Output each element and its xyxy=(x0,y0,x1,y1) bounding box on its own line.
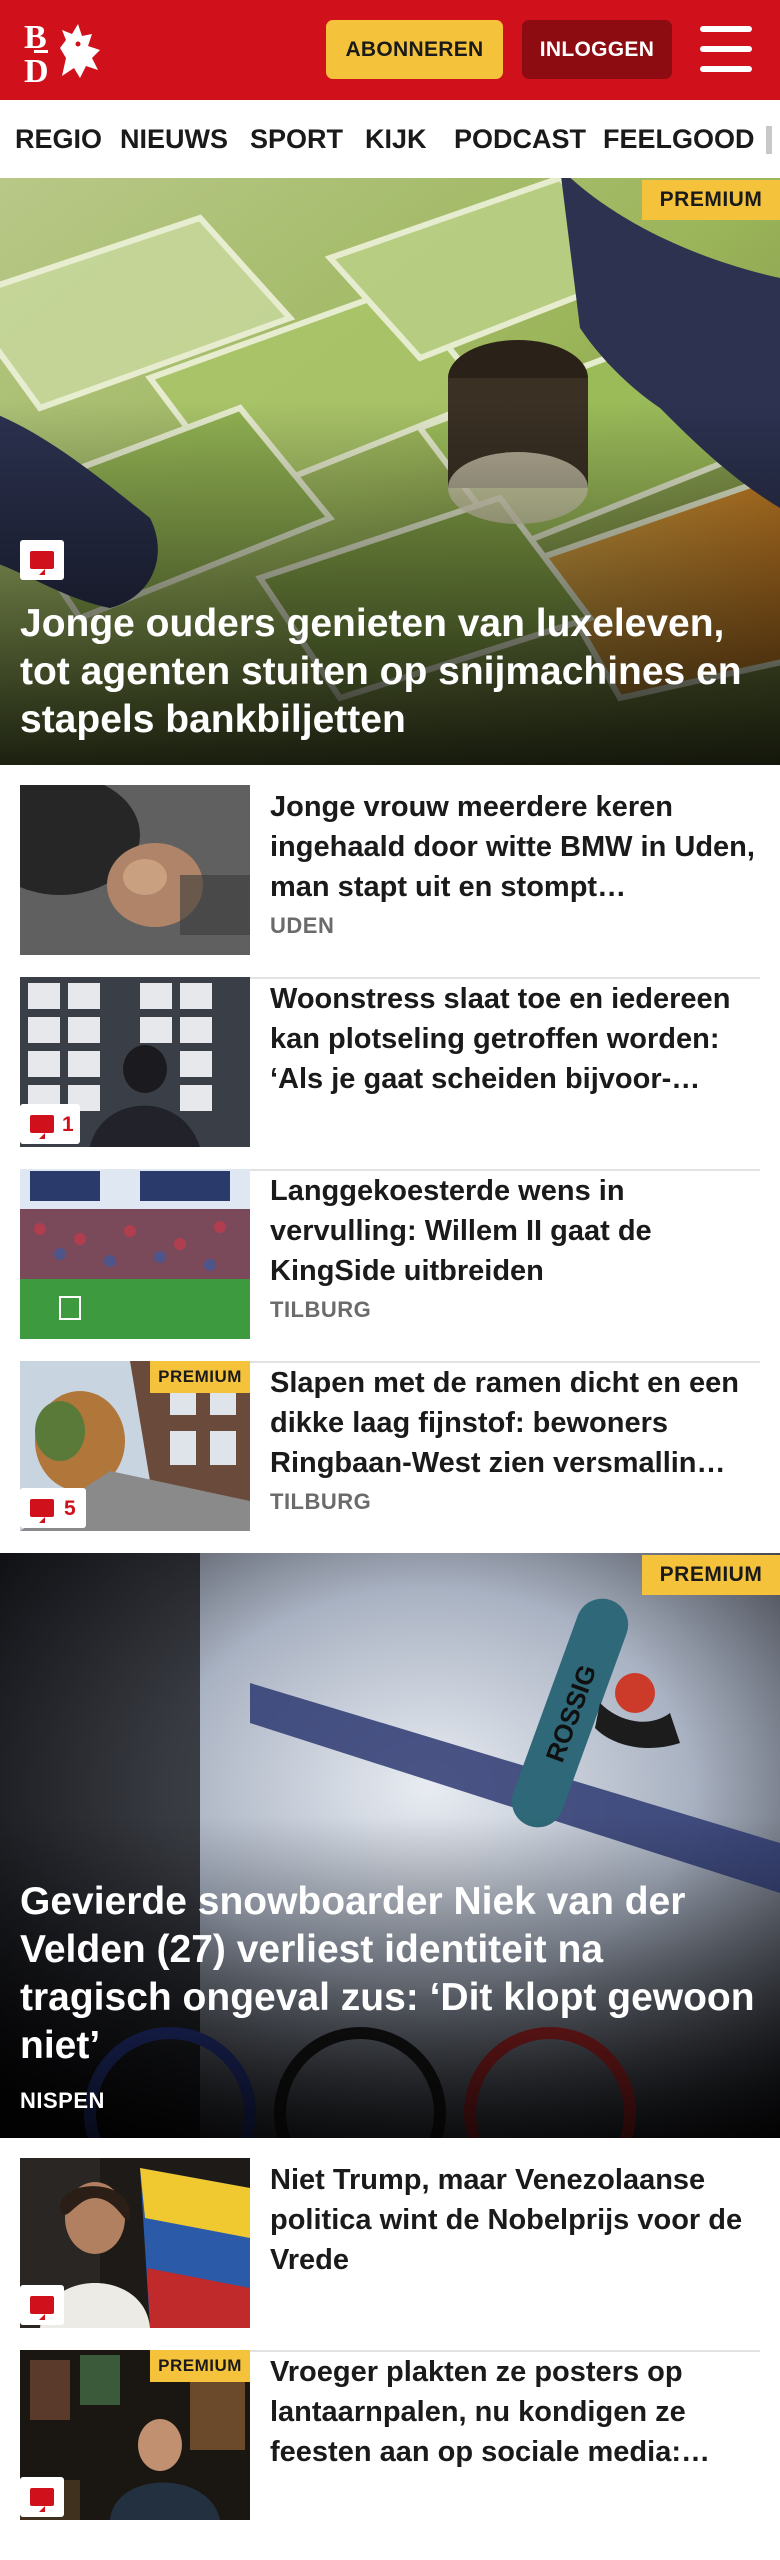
article-location: TILBURG xyxy=(270,1297,372,1322)
list-item[interactable]: Niet Trump, maar Venezolaanse politica w… xyxy=(20,2158,760,2352)
hero-article-2[interactable]: ROSSIG PREMIUM Gevierde snowboarder Niek… xyxy=(0,1553,780,2138)
nav-item-feelgood[interactable]: FEELGOOD xyxy=(603,124,755,155)
article-location: TILBURG xyxy=(270,1489,372,1514)
premium-badge: PREMIUM xyxy=(642,1555,780,1595)
article-headline[interactable]: Woonstress slaat toe en iedereen kan plo… xyxy=(270,979,760,1099)
hero-location: NISPEN xyxy=(20,2088,105,2113)
article-headline[interactable]: Jonge vrouw meerdere keren ingehaald doo… xyxy=(270,787,760,907)
section-nav: REGIO NIEUWS SPORT KIJK PODCAST FEELGOOD xyxy=(0,100,780,179)
comment-icon xyxy=(30,2296,54,2320)
comment-icon xyxy=(30,1499,54,1523)
comment-icon xyxy=(30,1115,54,1139)
comment-icon xyxy=(30,551,54,575)
hero-headline[interactable]: Jonge ouders genieten van luxeleven, tot… xyxy=(20,600,760,744)
premium-badge: PREMIUM xyxy=(150,1361,250,1393)
subscribe-button[interactable]: ABONNEREN xyxy=(326,20,503,79)
nav-item-sport[interactable]: SPORT xyxy=(250,124,343,155)
premium-badge: PREMIUM xyxy=(642,180,780,220)
comment-badge xyxy=(20,2477,64,2517)
article-headline[interactable]: Niet Trump, maar Venezolaanse politica w… xyxy=(270,2160,760,2280)
nav-item-nieuws[interactable]: NIEUWS xyxy=(120,124,228,155)
site-header: B D ABONNEREN INLOGGEN xyxy=(0,0,780,100)
article-headline[interactable]: Vroeger plakten ze posters op lantaarnpa… xyxy=(270,2352,760,2472)
hero-headline[interactable]: Gevierde snowboarder Niek van der Velden… xyxy=(20,1878,760,2070)
article-headline[interactable]: Langgekoesterde wens in vervulling: Will… xyxy=(270,1171,760,1291)
comment-badge xyxy=(20,540,64,580)
list-item[interactable]: Jonge vrouw meerdere keren ingehaald doo… xyxy=(20,785,760,979)
premium-badge: PREMIUM xyxy=(150,2350,250,2382)
list-item[interactable]: PREMIUM 5 Slapen met de ramen dicht en e… xyxy=(20,1361,760,1555)
svg-text:D: D xyxy=(24,53,49,86)
bd-logo[interactable]: B D xyxy=(22,14,122,90)
nav-item-regio[interactable]: REGIO xyxy=(15,124,102,155)
nav-scroll-hint xyxy=(766,126,772,154)
list-item[interactable]: PREMIUM Vroeger plakten ze posters op la… xyxy=(20,2350,760,2520)
comment-count: 5 xyxy=(64,1497,76,1520)
list-item[interactable]: 1 Woonstress slaat toe en iedereen kan p… xyxy=(20,977,760,1171)
hamburger-menu-icon[interactable] xyxy=(700,26,752,72)
comment-badge: 5 xyxy=(20,1488,86,1528)
nav-item-podcast[interactable]: PODCAST xyxy=(454,124,586,155)
article-location: UDEN xyxy=(270,913,335,938)
comment-icon xyxy=(30,2488,54,2512)
article-thumbnail xyxy=(20,785,250,955)
comment-badge: 1 xyxy=(20,1104,80,1144)
comment-count: 1 xyxy=(62,1113,74,1136)
article-thumbnail xyxy=(20,1169,250,1339)
list-item[interactable]: Langgekoesterde wens in vervulling: Will… xyxy=(20,1169,760,1363)
nav-item-kijk[interactable]: KIJK xyxy=(365,124,427,155)
hero-article-1[interactable]: PREMIUM Jonge ouders genieten van luxele… xyxy=(0,178,780,765)
login-button[interactable]: INLOGGEN xyxy=(522,20,672,79)
article-headline[interactable]: Slapen met de ramen dicht en een dikke l… xyxy=(270,1363,760,1483)
comment-badge xyxy=(20,2285,64,2325)
